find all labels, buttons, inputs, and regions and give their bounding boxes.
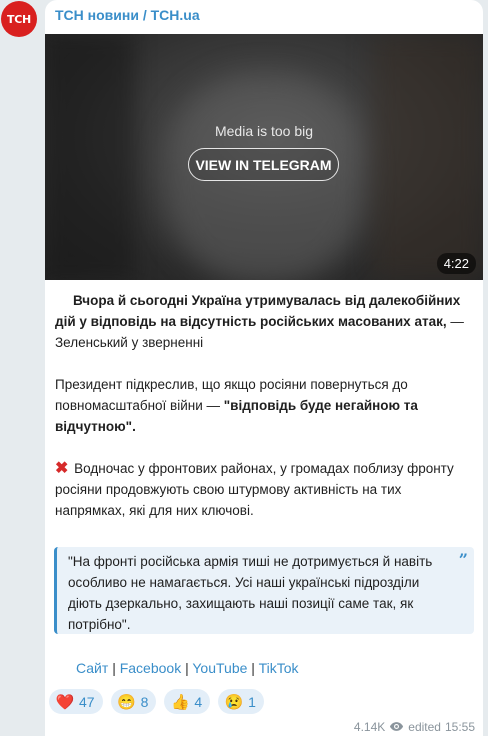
channel-name[interactable]: ТСН новини / ТСН.ua	[55, 7, 200, 23]
link-separator: |	[112, 660, 116, 676]
blurred-shadow-left	[45, 34, 135, 280]
reactions-bar: ❤️ 47 😁 8 👍 4 😢 1	[49, 689, 264, 714]
link-site[interactable]: Сайт	[76, 660, 108, 676]
blurred-shadow-right	[373, 34, 483, 280]
post-paragraph-3: ✖ Водночас у фронтових районах, у громад…	[55, 458, 475, 521]
quote-icon: ”	[458, 550, 468, 569]
post-paragraph-1: Вчора й сьогодні Україна утримувалась ві…	[55, 290, 475, 353]
edited-label: edited	[408, 719, 441, 734]
post-paragraph-2: Президент підкреслив, що якщо росіяни по…	[55, 374, 475, 437]
thumbs-up-icon: 👍	[171, 693, 190, 711]
cross-mark-icon: ✖	[55, 460, 69, 477]
message-bubble: ТСН новини / ТСН.ua Media is too big VIE…	[45, 0, 483, 736]
channel-avatar[interactable]: ТСН	[1, 1, 37, 37]
video-duration-badge: 4:22	[436, 253, 476, 274]
link-separator: |	[185, 660, 189, 676]
media-too-big-notice: Media is too big	[214, 123, 314, 139]
reaction-heart[interactable]: ❤️ 47	[49, 689, 103, 714]
view-in-telegram-button[interactable]: VIEW IN TELEGRAM	[188, 148, 339, 181]
link-tiktok[interactable]: TikTok	[259, 660, 299, 676]
social-links: Сайт | Facebook | YouTube | TikTok	[76, 660, 299, 676]
message-footer: 4.14K edited 15:55	[354, 719, 475, 734]
reaction-count: 4	[194, 693, 203, 710]
grinning-face-icon: 😁	[117, 693, 136, 711]
video-preview[interactable]: Media is too big VIEW IN TELEGRAM 4:22	[45, 34, 483, 280]
message-time: 15:55	[444, 719, 475, 734]
reaction-thumbs-up[interactable]: 👍 4	[164, 689, 211, 714]
link-facebook[interactable]: Facebook	[120, 660, 181, 676]
blockquote: "На фронті російська армія тиші не дотри…	[54, 547, 474, 634]
quote-text: "На фронті російська армія тиші не дотри…	[68, 554, 433, 632]
eye-icon	[390, 722, 404, 731]
reaction-count: 47	[79, 693, 95, 710]
view-count: 4.14K	[353, 719, 386, 734]
reaction-crying[interactable]: 😢 1	[218, 689, 264, 714]
link-separator: |	[251, 660, 255, 676]
lead-bold-text: Вчора й сьогодні Україна утримувалась ві…	[55, 293, 461, 329]
red-heart-icon: ❤️	[55, 693, 75, 711]
link-youtube[interactable]: YouTube	[192, 660, 247, 676]
reaction-count: 1	[248, 693, 256, 710]
crying-face-icon: 😢	[224, 693, 244, 711]
paragraph-3-text: Водночас у фронтових районах, у громадах…	[55, 461, 454, 518]
reaction-grin[interactable]: 😁 8	[110, 689, 157, 714]
reaction-count: 8	[140, 693, 149, 710]
